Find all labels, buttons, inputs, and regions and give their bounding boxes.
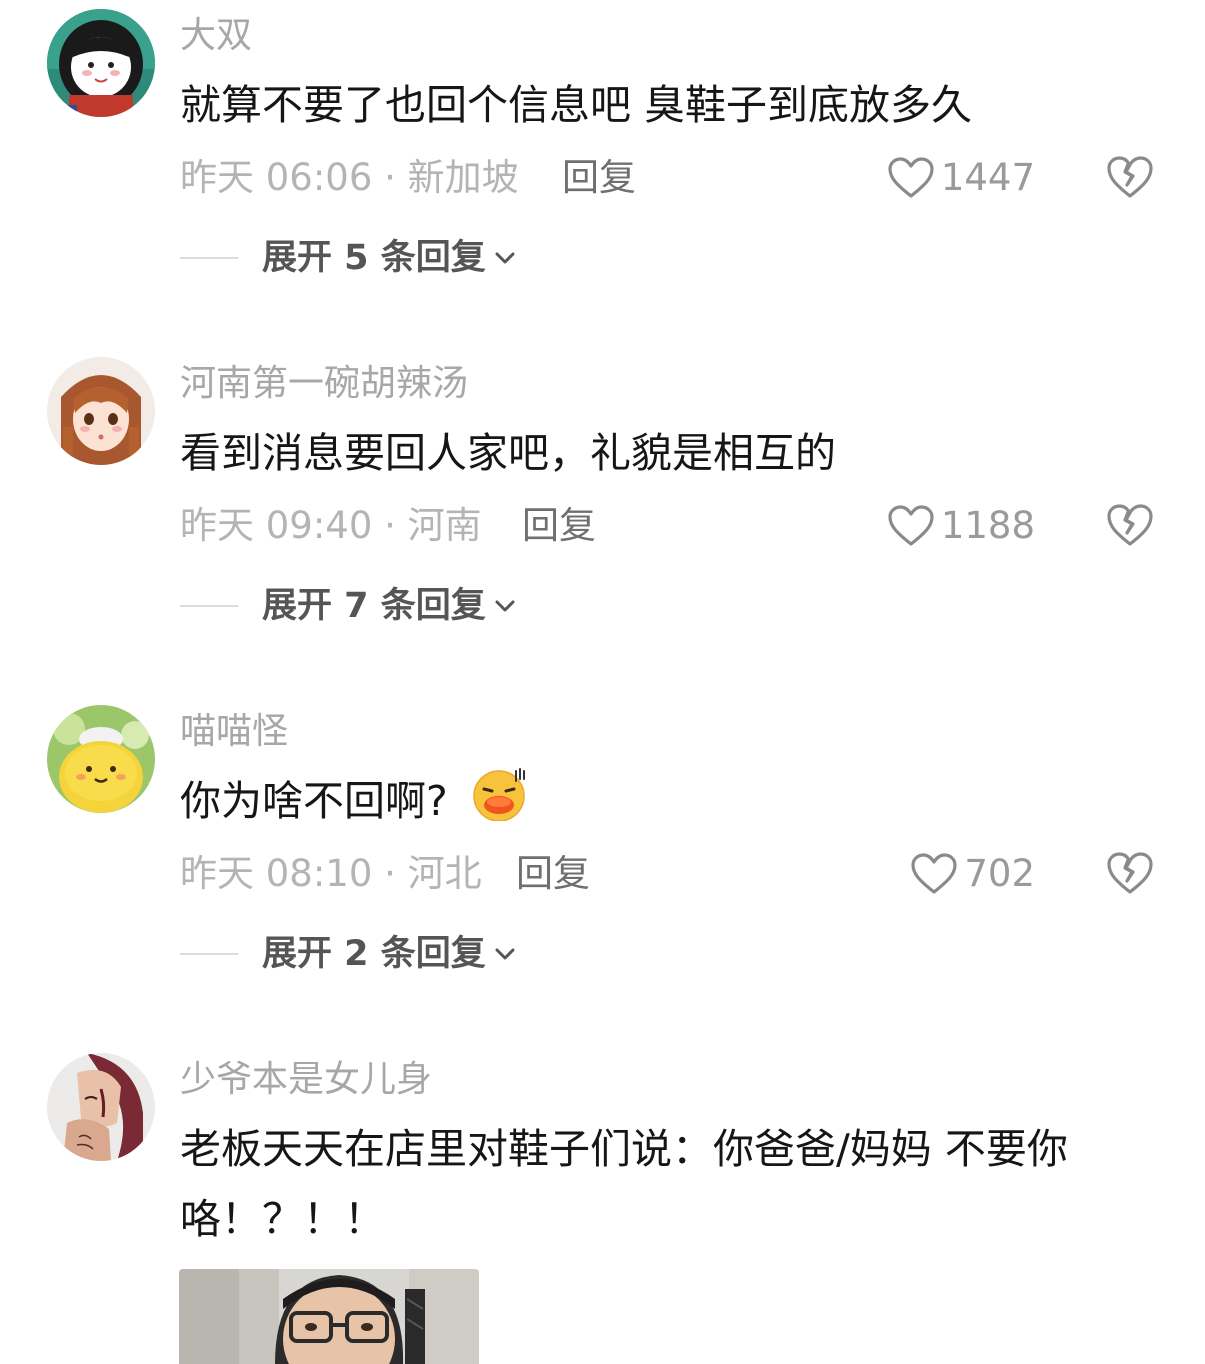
comment-text: 看到消息要回人家吧，礼貌是相互的 xyxy=(180,429,836,477)
chevron-down-icon xyxy=(495,600,515,612)
anime-girl-avatar-icon xyxy=(47,357,155,465)
comment-meta: 昨天 08:10 · 河北 xyxy=(180,852,482,895)
expand-replies-button[interactable]: 展开 2 条回复 xyxy=(180,932,516,976)
comment-text: 就算不要了也回个信息吧 臭鞋子到底放多久 xyxy=(180,81,973,129)
dislike-button[interactable] xyxy=(1106,154,1154,202)
divider-line xyxy=(180,605,238,607)
broken-heart-icon xyxy=(1107,852,1153,894)
heart-icon xyxy=(888,505,934,546)
comment-username[interactable]: 大双 xyxy=(180,16,252,56)
comment-text-row: 你为啥不回啊? xyxy=(180,766,1170,842)
user-avatar[interactable] xyxy=(47,705,155,813)
cartoon-girl-avatar-icon xyxy=(47,9,155,117)
user-avatar[interactable] xyxy=(47,357,155,465)
divider-line xyxy=(180,257,238,259)
tattoo-woman-avatar-icon xyxy=(47,1053,155,1161)
expand-replies-button[interactable]: 展开 7 条回复 xyxy=(180,584,516,628)
like-count: 1447 xyxy=(940,156,1035,199)
reply-button[interactable]: 回复 xyxy=(562,156,636,200)
reply-button[interactable]: 回复 xyxy=(522,504,596,548)
heart-icon xyxy=(888,157,934,198)
user-avatar[interactable] xyxy=(47,9,155,117)
chevron-down-icon xyxy=(495,252,515,264)
person-with-glasses-photo-icon xyxy=(179,1269,479,1364)
expand-replies-label: 展开 2 条回复 xyxy=(262,934,486,974)
like-button[interactable]: 1447 xyxy=(887,154,1035,202)
like-button[interactable]: 1188 xyxy=(887,502,1035,550)
broken-heart-icon xyxy=(1107,156,1153,198)
comment-username[interactable]: 河南第一碗胡辣汤 xyxy=(180,364,468,404)
expand-replies-label: 展开 7 条回复 xyxy=(262,586,486,626)
user-avatar[interactable] xyxy=(47,1053,155,1161)
expand-replies-label: 展开 5 条回复 xyxy=(262,238,486,278)
like-count: 702 xyxy=(964,852,1035,895)
chevron-down-icon xyxy=(495,948,515,960)
dislike-button[interactable] xyxy=(1106,850,1154,898)
comment-meta: 昨天 06:06 · 新加坡 xyxy=(180,156,519,199)
reply-button[interactable]: 回复 xyxy=(516,852,590,896)
like-count: 1188 xyxy=(940,504,1035,547)
expand-replies-button[interactable]: 展开 5 条回复 xyxy=(180,236,516,280)
comment-username[interactable]: 喵喵怪 xyxy=(180,712,288,752)
comment-text: 老板天天在店里对鞋子们说：你爸爸/妈妈 不要你咯！？！！ xyxy=(180,1125,1068,1243)
broken-heart-icon xyxy=(1107,504,1153,546)
heart-icon xyxy=(911,853,957,894)
yellow-chick-avatar-icon xyxy=(47,705,155,813)
comment-text: 你为啥不回啊? xyxy=(180,777,448,825)
divider-line xyxy=(180,953,238,955)
comment-attached-image[interactable] xyxy=(179,1269,479,1364)
like-button[interactable]: 702 xyxy=(910,850,1035,898)
comment-username[interactable]: 少爷本是女儿身 xyxy=(180,1060,432,1100)
duck-lips-emoji-icon xyxy=(470,767,528,842)
comment-meta: 昨天 09:40 · 河南 xyxy=(180,504,482,547)
dislike-button[interactable] xyxy=(1106,502,1154,550)
